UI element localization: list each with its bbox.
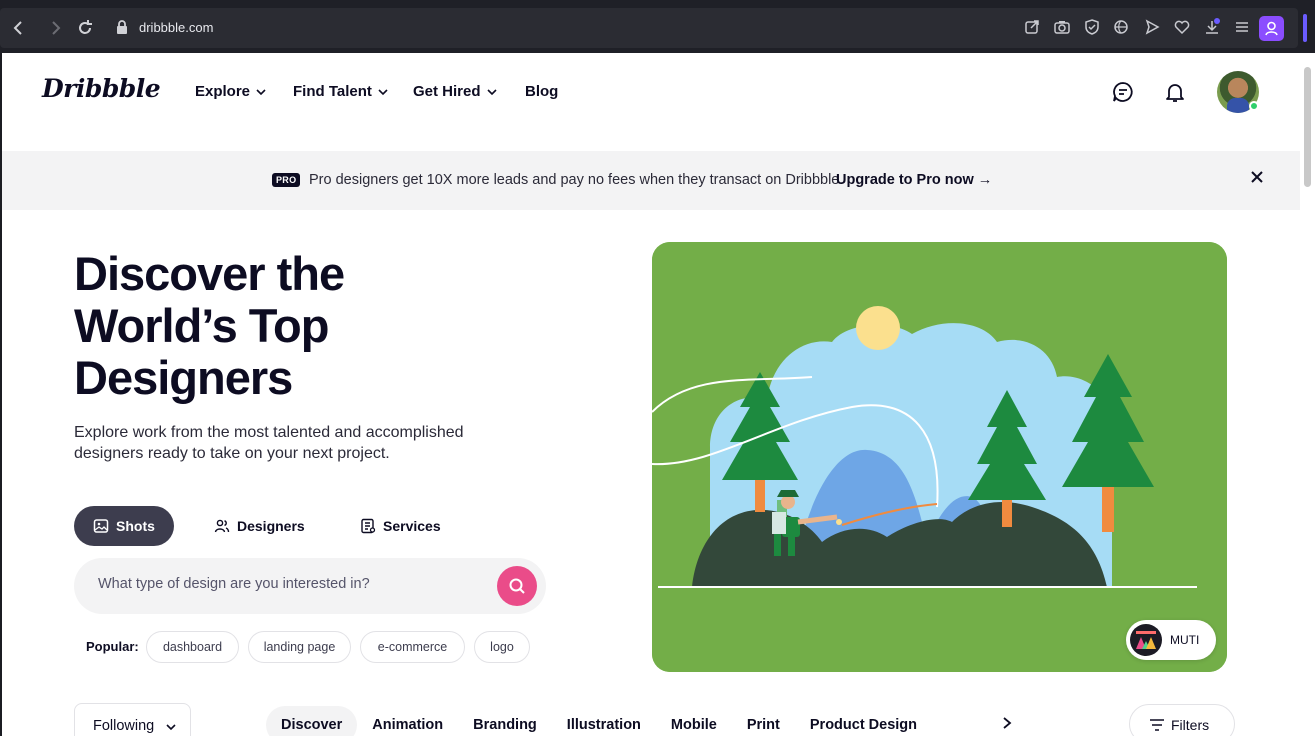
heart-icon[interactable] xyxy=(1173,18,1191,36)
banner-message: Pro designers get 10X more leads and pay… xyxy=(309,172,844,188)
profile-icon[interactable] xyxy=(1259,16,1284,41)
filters-button[interactable]: Filters xyxy=(1129,704,1235,736)
search-icon xyxy=(509,578,525,594)
tab-animation[interactable]: Animation xyxy=(357,706,458,736)
tab-mobile[interactable]: Mobile xyxy=(656,706,732,736)
pro-banner: PRO Pro designers get 10X more leads and… xyxy=(2,151,1300,210)
designer-name: MUTI xyxy=(1170,633,1200,647)
send-icon[interactable] xyxy=(1143,18,1161,36)
camera-icon[interactable] xyxy=(1053,18,1071,36)
filters-label: Filters xyxy=(1171,717,1210,733)
hero-subtitle: Explore work from the most talented and … xyxy=(74,424,464,462)
popular-tag-dashboard[interactable]: dashboard xyxy=(146,631,239,663)
tab-product-design[interactable]: Product Design xyxy=(795,706,932,736)
tab-designers[interactable]: Designers xyxy=(214,506,305,546)
chevron-down-icon xyxy=(166,724,176,731)
popular-tag-landing-page[interactable]: landing page xyxy=(248,631,351,663)
tab-print[interactable]: Print xyxy=(732,706,795,736)
chevron-down-icon xyxy=(256,88,266,95)
nav-find-talent[interactable]: Find Talent xyxy=(293,83,388,100)
nav-explore[interactable]: Explore xyxy=(195,83,266,100)
popular-label: Popular: xyxy=(86,639,139,654)
search-bar xyxy=(74,558,546,614)
hero-title: Discover the World’s Top Designers xyxy=(74,247,345,404)
nav-find-talent-label: Find Talent xyxy=(293,83,372,100)
following-label: Following xyxy=(93,718,155,734)
chevron-down-icon xyxy=(486,88,497,95)
popular-tag-logo[interactable]: logo xyxy=(474,631,530,663)
pro-badge: PRO xyxy=(272,173,301,187)
chevron-down-icon xyxy=(378,88,388,95)
share-icon[interactable] xyxy=(1023,18,1041,36)
tab-branding[interactable]: Branding xyxy=(458,706,552,736)
nav-get-hired-label: Get Hired xyxy=(413,83,481,100)
bell-icon[interactable] xyxy=(1163,80,1187,104)
hero-illustration[interactable] xyxy=(652,242,1227,672)
tab-shots-label: Shots xyxy=(116,518,155,534)
image-icon xyxy=(93,519,109,533)
tab-services-label: Services xyxy=(383,518,441,534)
messages-icon[interactable] xyxy=(1111,80,1135,104)
page-scrollbar[interactable] xyxy=(1300,53,1315,736)
search-button[interactable] xyxy=(497,566,537,606)
nav-blog-label: Blog xyxy=(525,83,559,100)
tab-services[interactable]: Services xyxy=(360,506,441,546)
popular-tag-e-commerce[interactable]: e-commerce xyxy=(360,631,465,663)
dribbble-logo[interactable]: Dribbble xyxy=(42,74,161,103)
users-icon xyxy=(214,519,230,533)
upgrade-link[interactable]: Upgrade to Pro now → xyxy=(836,172,992,188)
tab-shots[interactable]: Shots xyxy=(74,506,174,546)
url-text[interactable]: dribbble.com xyxy=(139,20,213,35)
nav-blog[interactable]: Blog xyxy=(525,83,558,100)
reload-icon[interactable] xyxy=(75,18,95,38)
category-tabs: Discover Animation Branding Illustration… xyxy=(266,706,932,736)
nav-get-hired[interactable]: Get Hired xyxy=(413,83,497,100)
fishing-scene-illustration xyxy=(652,242,1227,672)
download-icon[interactable] xyxy=(1203,18,1221,36)
close-icon[interactable] xyxy=(1249,169,1265,185)
sidebar-toggle[interactable] xyxy=(1303,14,1307,42)
following-dropdown[interactable]: Following xyxy=(74,703,191,736)
page: Dribbble Explore Find Talent Get Hired B… xyxy=(2,53,1300,736)
tab-illustration[interactable]: Illustration xyxy=(552,706,656,736)
nav-explore-label: Explore xyxy=(195,83,251,100)
chevron-right-icon[interactable] xyxy=(1000,716,1014,730)
tab-discover[interactable]: Discover xyxy=(266,706,358,736)
browser-chrome: dribbble.com xyxy=(0,0,1315,53)
menu-icon[interactable] xyxy=(1233,18,1251,36)
translate-icon[interactable] xyxy=(1113,18,1131,36)
services-icon xyxy=(361,518,376,534)
shield-icon[interactable] xyxy=(1083,18,1101,36)
back-icon[interactable] xyxy=(9,18,29,38)
lock-icon[interactable] xyxy=(115,19,129,35)
tab-designers-label: Designers xyxy=(237,518,305,534)
online-status-dot xyxy=(1249,101,1259,111)
muti-logo xyxy=(1130,624,1162,656)
filter-icon xyxy=(1150,719,1164,731)
forward-icon[interactable] xyxy=(45,18,65,38)
scrollbar-thumb[interactable] xyxy=(1304,67,1311,187)
designer-credit[interactable]: MUTI xyxy=(1126,620,1216,660)
search-input[interactable] xyxy=(98,576,478,592)
